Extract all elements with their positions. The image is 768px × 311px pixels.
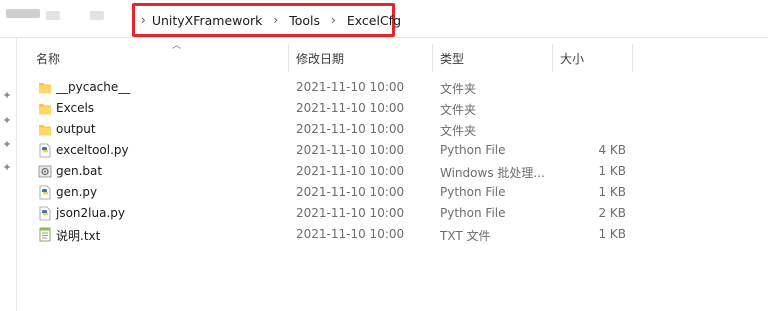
python-file-icon [39,143,51,158]
file-size: 4 KB [598,143,626,157]
folder-icon [39,104,51,115]
file-date: 2021-11-10 10:00 [296,122,405,136]
blurred-nav-area [90,11,104,20]
file-type: 文件夹 [440,103,477,117]
file-name: json2lua.py [56,206,125,220]
address-breadcrumb[interactable]: › UnityXFramework › Tools › ExcelCfg [132,3,401,37]
file-row[interactable]: gen.py 2021-11-10 10:00 Python File 1 KB [18,182,768,203]
folder-icon [39,83,51,94]
breadcrumb-segment[interactable]: Tools [289,13,320,28]
file-size: 1 KB [598,164,626,178]
column-header-size[interactable]: 大小 [560,50,584,67]
file-name: 说明.txt [56,229,101,243]
file-name: __pycache__ [56,80,131,94]
breadcrumb-segment[interactable]: ExcelCfg [347,13,401,28]
file-row[interactable]: json2lua.py 2021-11-10 10:00 Python File… [18,203,768,224]
file-date: 2021-11-10 10:00 [296,227,405,241]
pin-icon[interactable]: ✦ [1,139,13,151]
file-name: Excels [56,101,95,115]
python-file-icon [39,185,51,200]
navigation-pane: ✦ ✦ ✦ ✦ [0,38,17,311]
batch-file-icon [38,165,52,178]
chevron-right-icon[interactable]: › [141,13,146,27]
file-size: 2 KB [598,206,626,220]
address-bar-region: › UnityXFramework › Tools › ExcelCfg [0,0,768,38]
file-type: Python File [440,206,506,220]
file-row[interactable]: __pycache__ 2021-11-10 10:00 文件夹 [18,77,768,98]
file-size: 1 KB [598,185,626,199]
chevron-right-icon[interactable]: › [331,13,336,27]
file-type: TXT 文件 [440,229,491,243]
file-type: Windows 批处理... [440,166,545,180]
pin-icon[interactable]: ✦ [1,162,13,174]
file-row[interactable]: Excels 2021-11-10 10:00 文件夹 [18,98,768,119]
file-type: Python File [440,185,506,199]
pin-icon[interactable]: ✦ [1,115,13,127]
file-row[interactable]: output 2021-11-10 10:00 文件夹 [18,119,768,140]
blurred-nav-area [46,11,60,20]
file-date: 2021-11-10 10:00 [296,143,405,157]
file-row[interactable]: gen.bat 2021-11-10 10:00 Windows 批处理... … [18,161,768,182]
file-name: exceltool.py [56,143,129,157]
column-divider[interactable] [432,44,433,72]
sort-ascending-icon: ︿ [172,41,182,51]
file-date: 2021-11-10 10:00 [296,101,405,115]
chevron-right-icon[interactable]: › [273,13,278,27]
file-name: output [56,122,96,136]
column-divider[interactable] [288,44,289,72]
file-date: 2021-11-10 10:00 [296,164,405,178]
column-divider[interactable] [632,44,633,72]
file-row[interactable]: 说明.txt 2021-11-10 10:00 TXT 文件 1 KB [18,224,768,245]
file-type: Python File [440,143,506,157]
file-type: 文件夹 [440,124,477,138]
breadcrumb-segment[interactable]: UnityXFramework [152,13,263,28]
column-header-type[interactable]: 类型 [440,50,464,67]
column-header-name[interactable]: 名称 [36,50,60,67]
file-list: __pycache__ 2021-11-10 10:00 文件夹 Excels … [18,77,768,245]
column-divider[interactable] [552,44,553,72]
file-size: 1 KB [598,227,626,241]
file-row[interactable]: exceltool.py 2021-11-10 10:00 Python Fil… [18,140,768,161]
file-name: gen.py [56,185,98,199]
column-header-date[interactable]: 修改日期 [296,50,344,67]
blurred-nav-area [6,9,40,18]
pin-icon[interactable]: ✦ [1,90,13,102]
file-type: 文件夹 [440,82,477,96]
file-date: 2021-11-10 10:00 [296,185,405,199]
file-date: 2021-11-10 10:00 [296,206,405,220]
text-file-icon [39,227,51,242]
folder-icon [39,125,51,136]
column-header-row: ︿ 名称 修改日期 类型 大小 [18,38,768,74]
python-file-icon [39,206,51,221]
file-name: gen.bat [56,164,103,178]
file-date: 2021-11-10 10:00 [296,80,405,94]
